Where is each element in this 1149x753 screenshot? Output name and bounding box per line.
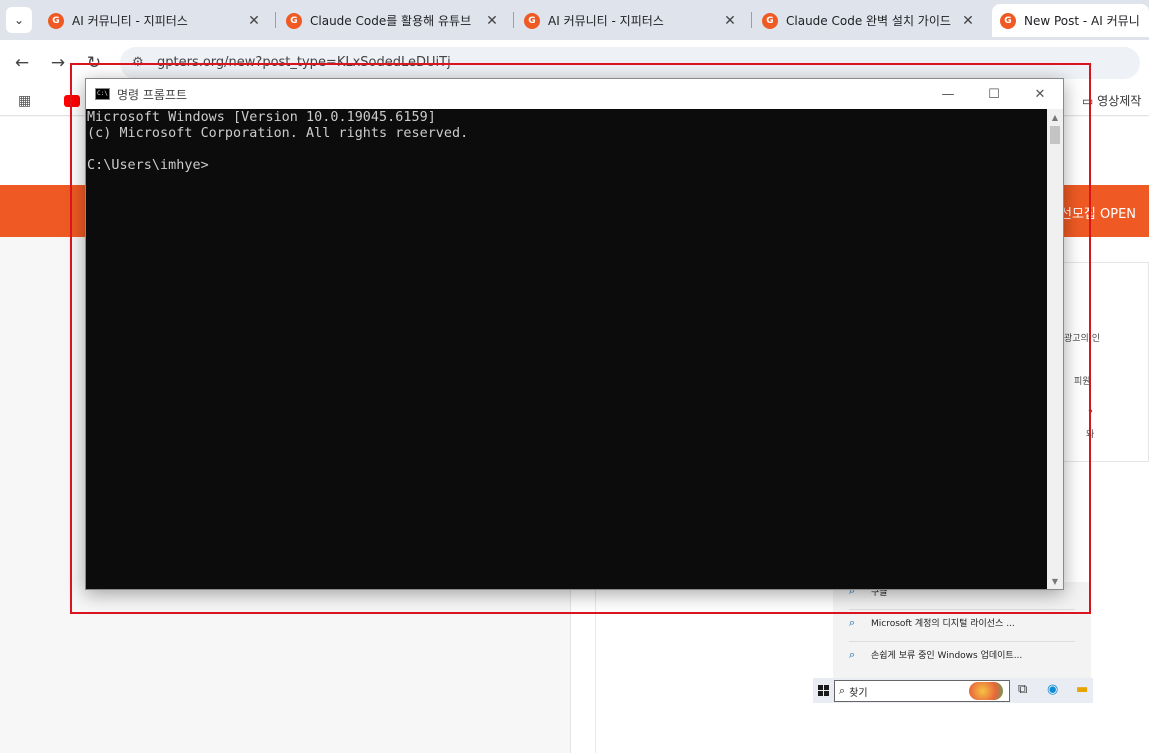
- search-result-label: 손쉽게 보류 중인 Windows 업데이트...: [871, 651, 1023, 661]
- browser-tab[interactable]: G AI 커뮤니티 - 지피터스 ✕: [516, 4, 746, 37]
- chevron-down-icon: ⌄: [13, 13, 25, 27]
- console-output[interactable]: Microsoft Windows [Version 10.0.19045.61…: [86, 109, 1047, 589]
- close-icon[interactable]: ✕: [960, 13, 976, 29]
- address-bar[interactable]: ⚙ gpters.org/new?post_type=KLxSodedLeDUi…: [120, 47, 1140, 79]
- arrow-left-icon: ←: [14, 53, 30, 73]
- browser-tab[interactable]: G Claude Code 완벽 설치 가이드 ✕: [754, 4, 984, 37]
- edge-icon[interactable]: ◉: [1047, 682, 1058, 697]
- back-button[interactable]: ←: [10, 51, 34, 75]
- search-highlight-icon: [969, 682, 1003, 700]
- windows-start-icon[interactable]: [818, 685, 829, 696]
- vertical-scrollbar[interactable]: ▲ ▼: [1047, 109, 1063, 589]
- tab-title: AI 커뮤니티 - 지피터스: [72, 14, 188, 28]
- forward-button[interactable]: →: [46, 51, 70, 75]
- tab-search-button[interactable]: ⌄: [6, 7, 32, 33]
- browser-tab[interactable]: G Claude Code를 활용해 유튜브 ✕: [278, 4, 508, 37]
- maximize-icon: ☐: [988, 86, 1000, 102]
- search-result[interactable]: ⌕ Microsoft 계정의 디지털 라이선스 ...: [849, 609, 1075, 635]
- gpters-icon: G: [48, 12, 64, 29]
- console-prompt: C:\Users\imhye>: [87, 158, 209, 173]
- command-prompt-window[interactable]: C:\ 명령 프롬프트 — ☐ ✕ Microsoft Windows [Ver…: [85, 78, 1064, 590]
- side-panel-text: 광고의 인: [1064, 334, 1100, 344]
- console-line: (c) Microsoft Corporation. All rights re…: [87, 126, 469, 141]
- taskbar-search-input[interactable]: ⌕ 찾기: [834, 680, 1010, 702]
- window-title: 명령 프롬프트: [117, 88, 188, 102]
- side-panel-text: 피원: [1074, 377, 1091, 387]
- search-icon: ⌕: [839, 684, 846, 697]
- gpters-icon: G: [524, 12, 540, 29]
- gpters-icon: G: [286, 12, 302, 29]
- windows-taskbar: ⌕ 찾기 ⧉ ◉ ▬: [813, 678, 1093, 703]
- bookmark-folder[interactable]: ▭ 영상제작: [1082, 92, 1141, 109]
- scrollbar-thumb[interactable]: [1050, 126, 1060, 144]
- tab-title: AI 커뮤니티 - 지피터스: [548, 14, 664, 28]
- side-panel: 광고의 인 피원 ? 와: [1063, 262, 1149, 462]
- side-panel-text: 와: [1086, 430, 1095, 440]
- youtube-icon[interactable]: [64, 95, 80, 107]
- site-info-icon[interactable]: ⚙: [132, 55, 144, 70]
- close-icon[interactable]: ✕: [484, 13, 500, 29]
- search-result-label: Microsoft 계정의 디지털 라이선스 ...: [871, 619, 1015, 629]
- gpters-icon: G: [1000, 12, 1016, 29]
- search-icon: ⌕: [849, 647, 856, 661]
- close-icon[interactable]: ✕: [246, 13, 262, 29]
- banner-text: 선모집 OPEN: [1060, 207, 1137, 222]
- console-line: Microsoft Windows [Version 10.0.19045.61…: [87, 110, 436, 125]
- side-panel-text: ?: [1088, 409, 1093, 419]
- folder-icon: ▭: [1082, 94, 1098, 108]
- minimize-icon: —: [941, 86, 955, 102]
- close-icon[interactable]: ✕: [722, 13, 738, 29]
- windows-search-popup: ⌕ 구글 ⌕ Microsoft 계정의 디지털 라이선스 ... ⌕ 손쉽게 …: [833, 582, 1091, 678]
- taskbar-search-text: 찾기: [849, 687, 868, 699]
- browser-tab[interactable]: G AI 커뮤니티 - 지피터스 ✕: [40, 4, 270, 37]
- reload-button[interactable]: ↻: [82, 51, 106, 75]
- search-result[interactable]: ⌕ 손쉽게 보류 중인 Windows 업데이트...: [849, 641, 1075, 667]
- tab-title: Claude Code를 활용해 유튜브: [310, 14, 472, 28]
- minimize-button[interactable]: —: [925, 79, 971, 109]
- close-icon: ✕: [1034, 86, 1046, 102]
- search-icon: ⌕: [849, 615, 856, 629]
- tab-title: Claude Code 완벽 설치 가이드: [786, 14, 951, 28]
- tab-title: New Post - AI 커뮤니티: [1024, 14, 1141, 28]
- maximize-button[interactable]: ☐: [971, 79, 1017, 109]
- url-text: gpters.org/new?post_type=KLxSodedLeDUiTj: [157, 55, 451, 70]
- scroll-up-icon[interactable]: ▲: [1047, 109, 1063, 125]
- gpters-icon: G: [762, 12, 778, 29]
- close-button[interactable]: ✕: [1017, 79, 1063, 109]
- browser-tab-active[interactable]: G New Post - AI 커뮤니티: [992, 4, 1149, 37]
- browser-tab-strip: ⌄ G AI 커뮤니티 - 지피터스 ✕ G Claude Code를 활용해 …: [0, 0, 1149, 40]
- cmd-titlebar[interactable]: C:\ 명령 프롬프트 — ☐ ✕: [86, 79, 1063, 109]
- bookmark-folder-label: 영상제작: [1097, 94, 1142, 108]
- reload-icon: ↻: [86, 53, 102, 73]
- task-view-icon[interactable]: ⧉: [1018, 682, 1027, 697]
- scroll-down-icon[interactable]: ▼: [1047, 573, 1063, 589]
- cmd-icon: C:\: [95, 88, 110, 100]
- apps-grid-icon[interactable]: ▦: [18, 93, 31, 109]
- file-explorer-icon[interactable]: ▬: [1076, 682, 1088, 697]
- arrow-right-icon: →: [50, 53, 66, 73]
